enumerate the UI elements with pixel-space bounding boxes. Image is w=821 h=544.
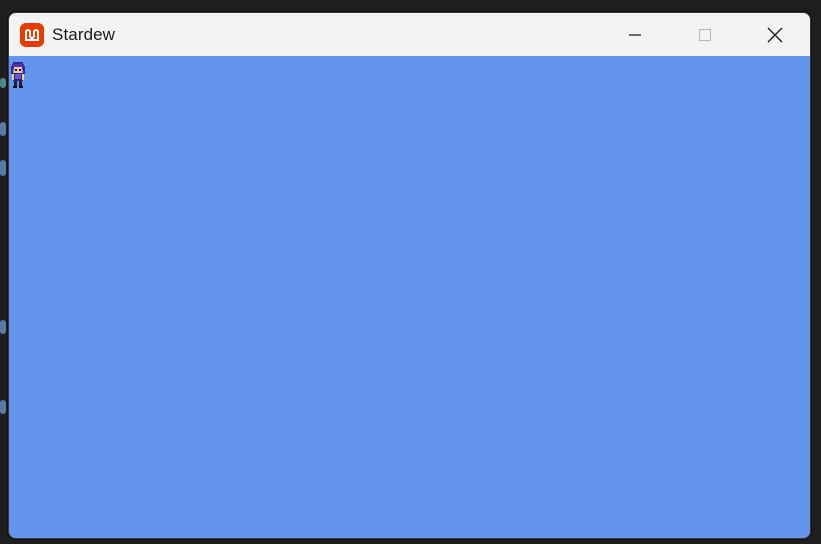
window-title: Stardew (52, 24, 116, 44)
monogame-logo-icon (20, 22, 44, 47)
close-icon (767, 27, 783, 42)
minimize-icon (629, 33, 641, 36)
background-mark (0, 78, 6, 88)
maximize-button (670, 13, 740, 56)
close-button[interactable] (740, 13, 810, 56)
desktop-background: Stardew (0, 0, 821, 544)
background-mark (0, 160, 6, 176)
game-window: Stardew (8, 12, 811, 539)
monogame-logo-glyph (25, 28, 39, 41)
title-bar[interactable]: Stardew (9, 13, 810, 56)
window-controls (600, 13, 810, 56)
player-character-sprite (11, 62, 25, 88)
background-mark (0, 122, 6, 136)
maximize-icon (698, 28, 712, 41)
background-mark (0, 320, 6, 334)
game-canvas[interactable] (9, 56, 810, 538)
background-mark (0, 400, 6, 414)
minimize-button[interactable] (600, 13, 670, 56)
